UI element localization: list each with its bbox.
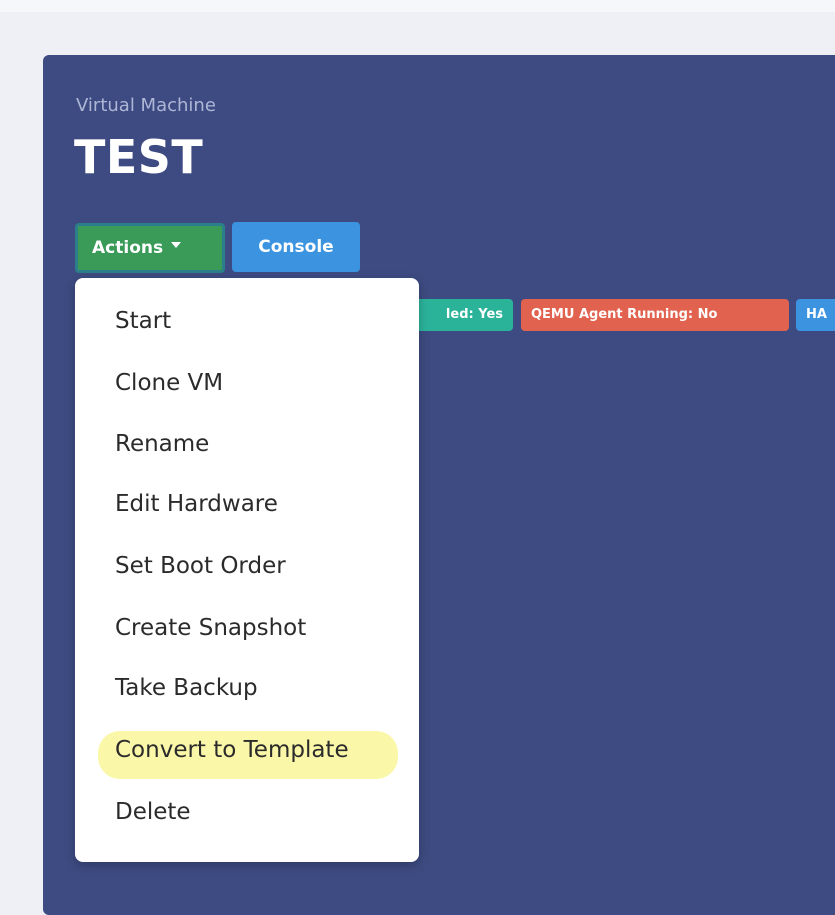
page-title: TEST <box>74 130 204 184</box>
actions-button-label: Actions <box>92 238 164 258</box>
menu-item-clone-vm[interactable]: Clone VM <box>115 370 223 396</box>
menu-item-rename[interactable]: Rename <box>115 431 209 457</box>
status-badge-ha: HA <box>796 299 835 331</box>
menu-item-set-boot-order[interactable]: Set Boot Order <box>115 553 286 579</box>
menu-item-convert-to-template[interactable]: Convert to Template <box>115 737 349 763</box>
menu-item-delete[interactable]: Delete <box>115 799 191 825</box>
top-bar <box>0 0 835 12</box>
menu-item-create-snapshot[interactable]: Create Snapshot <box>115 615 306 641</box>
menu-item-edit-hardware[interactable]: Edit Hardware <box>115 491 278 517</box>
menu-item-take-backup[interactable]: Take Backup <box>115 675 258 701</box>
menu-item-start[interactable]: Start <box>115 308 171 334</box>
actions-dropdown-button[interactable]: Actions <box>75 223 225 273</box>
console-button[interactable]: Console <box>232 222 360 272</box>
caret-down-icon <box>171 242 182 248</box>
page-subtitle: Virtual Machine <box>76 95 216 116</box>
status-badge-qemu-agent: QEMU Agent Running: No <box>521 299 789 331</box>
